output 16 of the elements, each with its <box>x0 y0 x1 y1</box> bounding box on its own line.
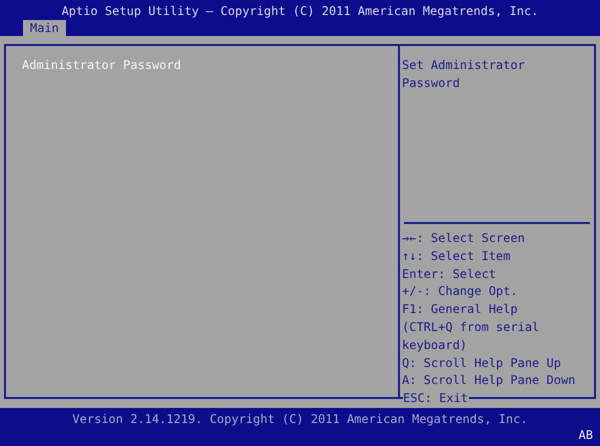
version-text: Version 2.14.1219. Copyright (C) 2011 American Megatrends, Inc. <box>72 411 528 428</box>
key-help-line: →←: Select Screen <box>402 231 525 245</box>
window-title: Aptio Setup Utility – Copyright (C) 2011 American Megatrends, Inc. <box>62 3 538 20</box>
key-help-line: keyboard) <box>402 338 468 352</box>
status-label: AB <box>578 427 593 444</box>
help-text: Password <box>402 76 460 90</box>
key-help-line: ESC: Exit <box>403 391 468 405</box>
key-help-line: Q: Scroll Help Pane Up <box>402 356 561 370</box>
key-help-line: +/-: Change Opt. <box>402 284 518 298</box>
help-text: Set Administrator <box>402 58 525 72</box>
key-help-line: F1: General Help <box>402 302 518 316</box>
key-help-line: A: Scroll Help Pane Down <box>402 373 576 388</box>
key-help-line: (CTRL+Q from serial <box>402 320 540 334</box>
key-help-line: Enter: Select <box>402 266 496 281</box>
key-help-line: ↑↓: Select Item <box>402 248 510 263</box>
menu-tab[interactable]: Main <box>23 20 66 36</box>
